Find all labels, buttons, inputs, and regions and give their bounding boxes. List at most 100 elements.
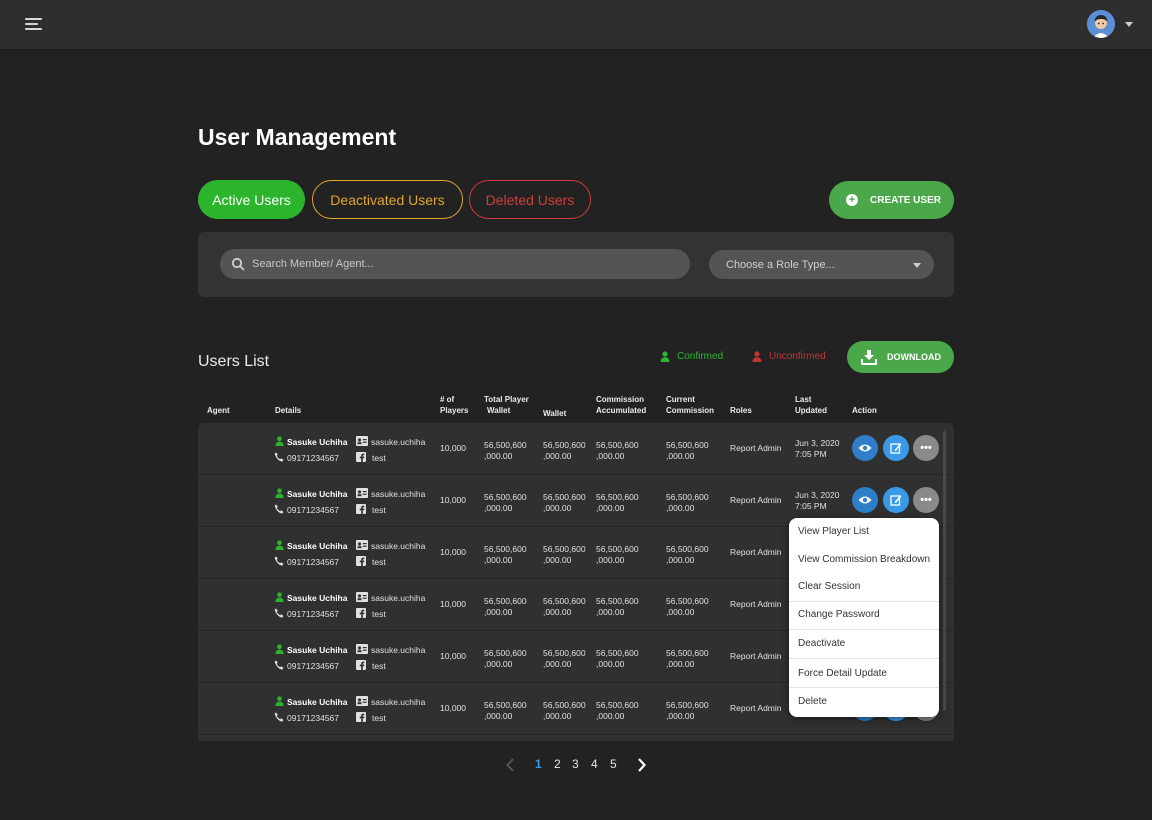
- menu-divider: [789, 601, 939, 602]
- id-card-icon: [356, 592, 368, 602]
- menu-divider: [789, 629, 939, 630]
- role: Report Admin: [730, 703, 782, 713]
- view-button[interactable]: [852, 487, 878, 513]
- phone-icon: [274, 712, 284, 722]
- user-name: Sasuke Uchiha: [287, 489, 348, 499]
- id-card-icon: [356, 488, 368, 498]
- facebook-icon: [356, 608, 366, 618]
- user-username: sasuke.uchiha: [371, 593, 426, 603]
- legend-unconfirmed: Unconfirmed: [752, 351, 826, 362]
- id-card-icon: [356, 540, 368, 550]
- col-players: # of Players: [440, 395, 469, 415]
- current-commission: 56,500,600,000.00: [666, 492, 709, 513]
- edit-button[interactable]: [883, 487, 909, 513]
- user-facebook: test: [372, 609, 386, 619]
- download-icon: [861, 349, 877, 365]
- table-scrollbar[interactable]: [943, 431, 946, 711]
- id-card-icon: [356, 644, 368, 654]
- menu-item-delete[interactable]: Delete: [789, 696, 939, 707]
- role-type-select[interactable]: Choose a Role Type...: [709, 250, 934, 279]
- wallet: 56,500,600,000.00: [543, 440, 586, 461]
- users-list-title: Users List: [198, 353, 270, 370]
- page-2[interactable]: 2: [554, 757, 561, 771]
- person-icon: [275, 592, 284, 602]
- total-player-wallet: 56,500,600,000.00: [484, 700, 527, 721]
- action-menu: View Player List View Commission Breakdo…: [789, 518, 939, 717]
- more-button[interactable]: •••: [913, 487, 939, 513]
- user-phone: 09171234567: [287, 609, 340, 619]
- chevron-left-icon[interactable]: [506, 758, 514, 772]
- menu-item-force-detail-update[interactable]: Force Detail Update: [789, 668, 939, 679]
- user-facebook: test: [372, 713, 386, 723]
- facebook-icon: [356, 556, 366, 566]
- players-count: 10,000: [440, 547, 466, 557]
- players-count: 10,000: [440, 599, 466, 609]
- players-count: 10,000: [440, 703, 466, 713]
- commission-accumulated: 56,500,600,000.00: [596, 544, 639, 565]
- menu-item-clear-session[interactable]: Clear Session: [789, 581, 939, 592]
- phone-icon: [274, 660, 284, 670]
- scrollbar-thumb[interactable]: [943, 431, 946, 711]
- col-wallet: Wallet: [543, 409, 567, 418]
- table-row: Sasuke Uchiha 09171234567 sasuke.uchiha …: [198, 423, 954, 475]
- tab-deleted-users[interactable]: Deleted Users: [469, 180, 591, 219]
- current-commission: 56,500,600,000.00: [666, 440, 709, 461]
- chevron-right-icon[interactable]: [638, 758, 646, 772]
- page-5[interactable]: 5: [610, 757, 617, 771]
- edit-button[interactable]: [883, 435, 909, 461]
- players-count: 10,000: [440, 443, 466, 453]
- col-current-commission: Current Commission: [666, 395, 715, 415]
- menu-item-deactivate[interactable]: Deactivate: [789, 638, 939, 649]
- person-icon: [660, 351, 670, 362]
- page-4[interactable]: 4: [591, 757, 598, 771]
- menu-item-view-player-list[interactable]: View Player List: [789, 526, 939, 537]
- tab-active-users[interactable]: Active Users: [198, 180, 305, 219]
- col-total-wallet: Total Player Wallet: [484, 395, 529, 415]
- phone-icon: [274, 504, 284, 514]
- page-3[interactable]: 3: [572, 757, 579, 771]
- person-icon: [275, 644, 284, 654]
- total-player-wallet: 56,500,600,000.00: [484, 492, 527, 513]
- current-commission: 56,500,600,000.00: [666, 700, 709, 721]
- role: Report Admin: [730, 651, 782, 661]
- col-agent: Agent: [207, 406, 230, 415]
- more-button[interactable]: •••: [913, 435, 939, 461]
- legend-confirmed-label: Confirmed: [677, 351, 724, 362]
- user-name: Sasuke Uchiha: [287, 437, 348, 447]
- person-icon: [275, 488, 284, 498]
- wallet: 56,500,600,000.00: [543, 544, 586, 565]
- download-button[interactable]: DOWNLOAD: [847, 341, 954, 373]
- commission-accumulated: 56,500,600,000.00: [596, 440, 639, 461]
- hamburger-icon[interactable]: [25, 17, 42, 32]
- menu-item-change-password[interactable]: Change Password: [789, 609, 939, 620]
- search-box[interactable]: [220, 249, 690, 279]
- filter-panel: Choose a Role Type...: [198, 232, 954, 297]
- role: Report Admin: [730, 495, 782, 505]
- facebook-icon: [356, 452, 366, 462]
- search-input[interactable]: [252, 258, 672, 270]
- person-icon: [275, 436, 284, 446]
- commission-accumulated: 56,500,600,000.00: [596, 596, 639, 617]
- commission-accumulated: 56,500,600,000.00: [596, 648, 639, 669]
- page-1[interactable]: 1: [535, 757, 542, 771]
- wallet: 56,500,600,000.00: [543, 700, 586, 721]
- download-label: DOWNLOAD: [887, 352, 941, 362]
- ellipsis-icon: •••: [920, 494, 932, 506]
- user-username: sasuke.uchiha: [371, 697, 426, 707]
- chevron-down-icon[interactable]: [1125, 22, 1133, 27]
- menu-item-view-commission-breakdown[interactable]: View Commission Breakdown: [789, 554, 939, 565]
- role: Report Admin: [730, 443, 782, 453]
- user-avatar-icon[interactable]: [1087, 10, 1115, 38]
- user-username: sasuke.uchiha: [371, 489, 426, 499]
- user-phone: 09171234567: [287, 453, 340, 463]
- players-count: 10,000: [440, 495, 466, 505]
- user-facebook: test: [372, 505, 386, 515]
- col-roles: Roles: [730, 406, 752, 415]
- view-button[interactable]: [852, 435, 878, 461]
- id-card-icon: [356, 436, 368, 446]
- col-last-updated: Last Updated: [795, 395, 827, 415]
- create-user-button[interactable]: + CREATE USER: [829, 181, 954, 219]
- tab-deactivated-users[interactable]: Deactivated Users: [312, 180, 463, 219]
- commission-accumulated: 56,500,600,000.00: [596, 492, 639, 513]
- wallet: 56,500,600,000.00: [543, 648, 586, 669]
